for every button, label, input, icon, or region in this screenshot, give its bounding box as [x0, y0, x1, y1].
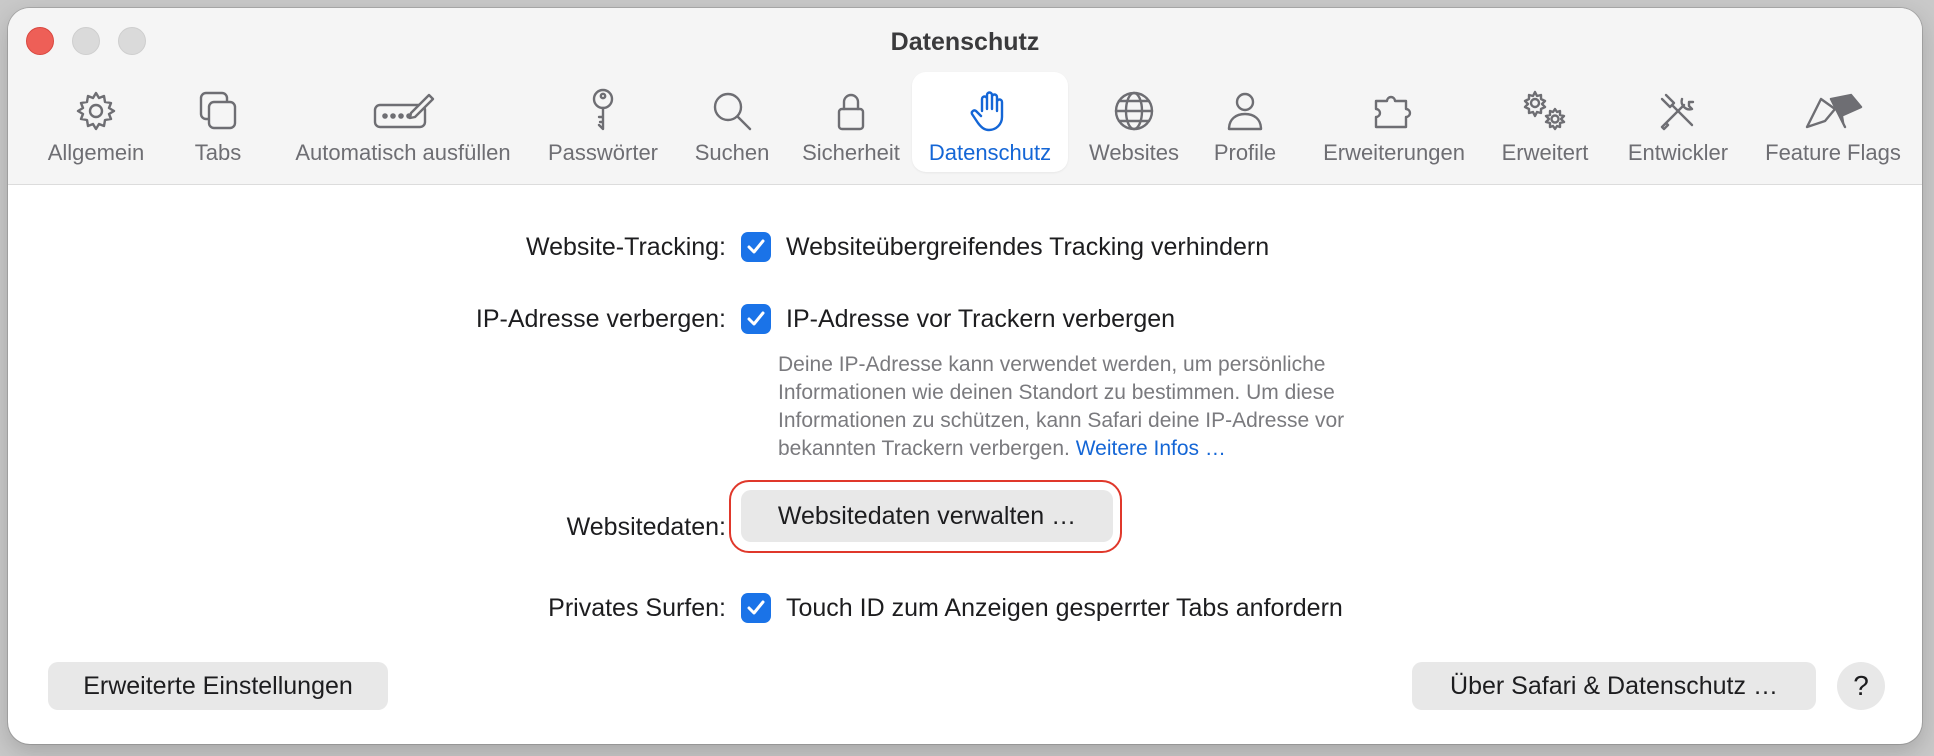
hand-icon — [970, 91, 1004, 132]
key-icon — [592, 88, 614, 131]
private-browsing-label: Privates Surfen: — [548, 594, 726, 622]
tab-label: Tabs — [194, 140, 242, 165]
person-icon — [1227, 92, 1263, 131]
tab-label: Entwickler — [1627, 140, 1729, 165]
tab-label: Automatisch ausfüllen — [295, 140, 511, 165]
tab-feature-flags[interactable]: Feature Flags — [1752, 72, 1914, 172]
ip-description: Deine IP-Adresse kann verwendet werden, … — [778, 351, 1438, 463]
tab-extensions[interactable]: Erweiterungen — [1312, 72, 1476, 172]
tab-developer[interactable]: Entwickler — [1618, 72, 1738, 172]
preferences-window: Datenschutz Allgemein Tabs Automatisch a… — [8, 8, 1922, 744]
tab-passwords[interactable]: Passwörter — [538, 72, 668, 172]
hide-ip-checkbox-label[interactable]: IP-Adresse vor Trackern verbergen — [786, 305, 1175, 334]
hide-ip-checkbox[interactable] — [741, 304, 771, 334]
tab-search[interactable]: Suchen — [684, 72, 780, 172]
touch-id-checkbox-label[interactable]: Touch ID zum Anzeigen gesperrter Tabs an… — [786, 594, 1343, 623]
tracking-label: Website-Tracking: — [525, 233, 726, 261]
tab-websites[interactable]: Websites — [1080, 72, 1188, 172]
tracking-checkbox-label[interactable]: Websiteübergreifendes Tracking verhinder… — [786, 233, 1269, 262]
manage-website-data-button[interactable]: Websitedaten verwalten … — [741, 490, 1113, 542]
tabs-icon — [199, 91, 237, 130]
puzzle-icon — [1374, 95, 1412, 129]
tab-allgemein[interactable]: Allgemein — [26, 72, 166, 172]
about-safari-privacy-button[interactable]: Über Safari & Datenschutz … — [1412, 662, 1816, 710]
tab-label: Suchen — [694, 140, 770, 165]
tab-label: Websites — [1088, 140, 1180, 165]
magnifier-icon — [713, 92, 752, 131]
tab-label: Allgemein — [47, 140, 145, 165]
tab-label: Erweitert — [1501, 140, 1589, 165]
checkmark-icon — [747, 600, 765, 615]
checkmark-icon — [747, 239, 765, 254]
gears-icon — [1523, 90, 1566, 131]
globe-icon — [1114, 91, 1154, 131]
more-info-link[interactable]: Weitere Infos … — [1076, 437, 1226, 460]
tracking-checkbox[interactable] — [741, 232, 771, 262]
ip-description-text: Deine IP-Adresse kann verwendet werden, … — [778, 353, 1345, 460]
touch-id-checkbox[interactable] — [741, 593, 771, 623]
flags-icon — [1805, 93, 1863, 129]
lock-icon — [837, 93, 865, 131]
tab-label: Passwörter — [547, 140, 659, 165]
advanced-settings-button[interactable]: Erweiterte Einstellungen — [48, 662, 388, 710]
checkmark-icon — [747, 311, 765, 326]
tab-label: Feature Flags — [1765, 140, 1901, 165]
website-data-label: Websitedaten: — [566, 513, 726, 541]
tab-advanced[interactable]: Erweitert — [1490, 72, 1600, 172]
tab-profiles[interactable]: Profile — [1202, 72, 1288, 172]
toolbar: Datenschutz Allgemein Tabs Automatisch a… — [8, 8, 1922, 185]
privacy-pane: Website-Tracking: Websiteübergreifendes … — [8, 185, 1922, 744]
tab-tabs[interactable]: Tabs — [178, 72, 258, 172]
tab-security[interactable]: Sicherheit — [794, 72, 908, 172]
tab-label: Erweiterungen — [1323, 140, 1465, 165]
tools-icon — [1660, 93, 1695, 131]
tab-label: Profile — [1213, 140, 1277, 165]
tab-label: Datenschutz — [928, 140, 1052, 165]
window-title: Datenschutz — [890, 28, 1040, 56]
ip-label: IP-Adresse verbergen: — [475, 305, 726, 333]
tab-privacy[interactable]: Datenschutz — [912, 72, 1068, 172]
gear-icon — [76, 91, 116, 131]
tab-autofill[interactable]: Automatisch ausfüllen — [276, 72, 530, 172]
autofill-pencil-icon — [373, 93, 435, 129]
tab-label: Sicherheit — [802, 140, 900, 165]
help-button[interactable]: ? — [1837, 662, 1885, 710]
